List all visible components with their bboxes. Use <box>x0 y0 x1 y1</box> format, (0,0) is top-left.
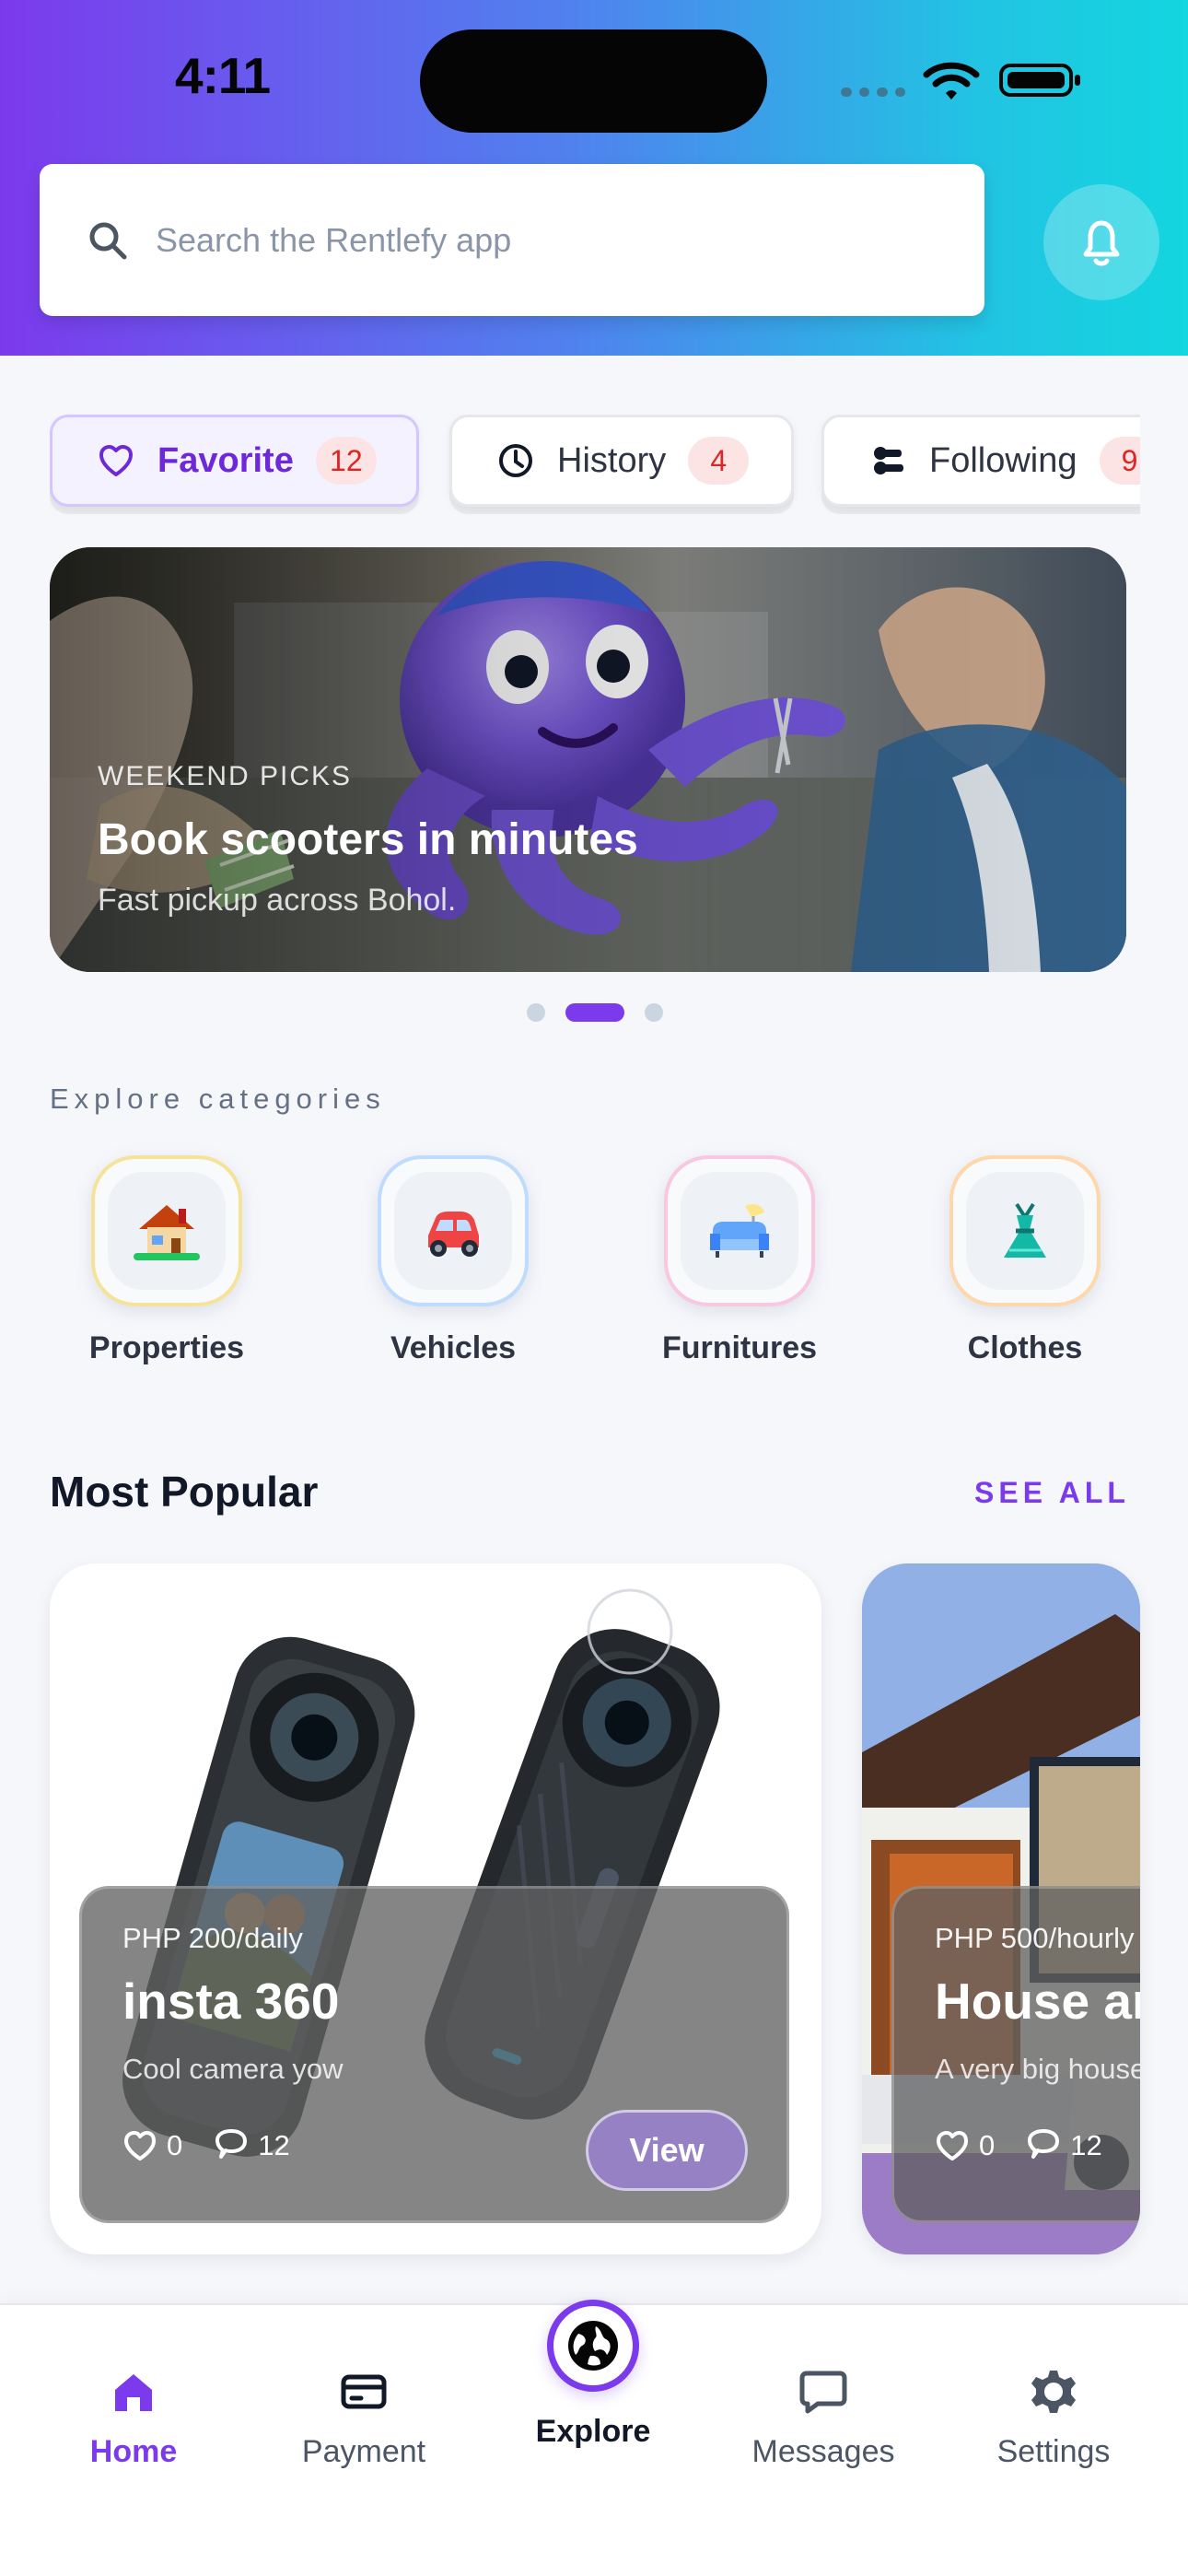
nav-messages-label: Messages <box>751 2434 895 2469</box>
carousel-active-dot[interactable] <box>565 1003 624 1022</box>
category-clothes[interactable]: Clothes <box>938 1155 1112 1376</box>
category-icon-frame <box>91 1155 242 1306</box>
status-time: 4:11 <box>175 47 271 104</box>
message-icon <box>799 2371 847 2414</box>
view-product-button[interactable]: View <box>586 2110 748 2191</box>
following-icon <box>874 447 903 474</box>
banner-title: Book scooters in minutes <box>98 815 638 864</box>
car-icon <box>394 1172 512 1290</box>
most-popular-title: Most Popular <box>50 1468 319 1516</box>
app-header: 4:11 Search the Rentlefy app <box>0 0 1188 356</box>
popular-item-card[interactable]: PHP 200/daily insta 360 Cool camera yow … <box>50 1563 821 2254</box>
house-icon <box>108 1172 226 1290</box>
comment-icon[interactable] <box>1026 2128 1061 2163</box>
cellular-signal-icon <box>841 88 905 97</box>
see-all-link[interactable]: SEE ALL <box>974 1476 1130 1510</box>
history-label: History <box>557 440 667 480</box>
quick-filter-row: Favorite 12 History 4 Following 9 <box>50 415 1140 516</box>
nav-home-label: Home <box>89 2434 178 2469</box>
nav-messages[interactable]: Messages <box>731 2366 915 2486</box>
explore-button[interactable] <box>547 2300 639 2392</box>
carousel-dot[interactable] <box>645 1003 663 1022</box>
popular-item-card[interactable]: PHP 500/hourly House and A very big hous… <box>862 1563 1140 2254</box>
heart-icon <box>99 445 133 476</box>
product-price: PHP 200/daily <box>122 1922 303 1954</box>
product-name: House and <box>935 1973 1140 2030</box>
wifi-icon <box>923 62 980 100</box>
favorite-count-badge: 12 <box>315 437 377 485</box>
likes-count: 0 <box>979 2129 996 2161</box>
nav-payment-label: Payment <box>301 2434 426 2469</box>
history-filter-chip[interactable]: History 4 <box>449 415 794 507</box>
category-furnitures[interactable]: Furnitures <box>652 1155 827 1376</box>
category-label: Properties <box>88 1330 245 1365</box>
carousel-indicator <box>527 1003 665 1022</box>
nav-explore-label: Explore <box>535 2414 651 2449</box>
product-price: PHP 500/hourly <box>935 1922 1135 1954</box>
product-stats: 0 12 <box>122 2124 290 2168</box>
favorite-label: Favorite <box>157 440 294 480</box>
likes-count: 0 <box>167 2129 183 2161</box>
heart-icon[interactable] <box>935 2128 970 2163</box>
category-icon-frame <box>378 1155 529 1306</box>
dynamic-island <box>420 29 767 133</box>
clock-icon <box>499 444 532 477</box>
category-icon-frame <box>664 1155 815 1306</box>
favorite-filter-chip[interactable]: Favorite 12 <box>50 415 419 507</box>
product-stats: 0 12 <box>935 2124 1102 2168</box>
product-info-overlay: PHP 200/daily insta 360 Cool camera yow … <box>79 1886 789 2223</box>
dress-icon <box>966 1172 1084 1290</box>
nav-settings-label: Settings <box>996 2434 1111 2469</box>
gear-icon <box>1031 2371 1076 2413</box>
categories-title: Explore categories <box>50 1083 386 1115</box>
following-filter-chip[interactable]: Following 9 <box>821 415 1140 507</box>
category-icon-frame <box>949 1155 1101 1306</box>
category-label: Vehicles <box>390 1330 517 1365</box>
comments-count: 12 <box>1070 2129 1102 2161</box>
comments-count: 12 <box>258 2129 290 2161</box>
category-vehicles[interactable]: Vehicles <box>366 1155 541 1376</box>
heart-icon[interactable] <box>122 2128 157 2163</box>
category-label: Clothes <box>967 1330 1083 1365</box>
following-label: Following <box>929 440 1077 480</box>
battery-icon <box>999 64 1080 97</box>
bottom-navigation: Home Payment Explore Messages Settings <box>0 2300 1188 2576</box>
rentlefy-app-screen: 4:11 Search the Rentlefy app Favorite 12… <box>0 0 1188 2576</box>
product-name: insta 360 <box>122 1973 340 2030</box>
nav-home[interactable]: Home <box>41 2366 226 2486</box>
notification-button[interactable] <box>1043 184 1159 300</box>
product-info-overlay: PHP 500/hourly House and A very big hous… <box>891 1886 1140 2223</box>
search-input[interactable]: Search the Rentlefy app <box>40 164 984 316</box>
product-description: Cool camera yow <box>122 2053 344 2085</box>
promo-banner[interactable]: WEEKEND PICKS Book scooters in minutes F… <box>50 547 1126 972</box>
bell-icon <box>1083 220 1120 266</box>
comment-icon[interactable] <box>214 2128 249 2163</box>
banner-subtitle: Fast pickup across Bohol. <box>98 883 457 918</box>
carousel-dot[interactable] <box>527 1003 545 1022</box>
nav-payment[interactable]: Payment <box>272 2366 456 2486</box>
history-count-badge: 4 <box>688 437 750 485</box>
following-count-badge: 9 <box>1099 437 1140 485</box>
credit-card-icon <box>341 2374 387 2409</box>
category-label: Furnitures <box>661 1330 818 1365</box>
banner-kicker: WEEKEND PICKS <box>98 761 353 791</box>
home-icon <box>115 2374 152 2411</box>
nav-explore[interactable]: Explore <box>501 2300 685 2449</box>
search-placeholder: Search the Rentlefy app <box>156 220 512 259</box>
product-description: A very big house <box>935 2053 1140 2085</box>
nav-settings[interactable]: Settings <box>961 2366 1146 2486</box>
category-properties[interactable]: Properties <box>79 1155 254 1376</box>
globe-icon <box>568 2321 618 2371</box>
search-icon <box>89 222 127 259</box>
sofa-icon <box>681 1172 798 1290</box>
